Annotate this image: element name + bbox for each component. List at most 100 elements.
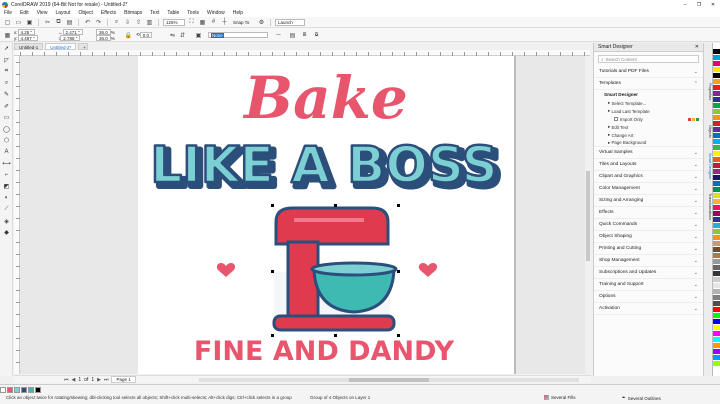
menu-table[interactable]: Table — [163, 10, 183, 16]
swatch-pink[interactable] — [7, 387, 13, 393]
bake-text[interactable]: Bake — [242, 64, 408, 132]
fill-indicator[interactable]: Several Fills — [544, 395, 576, 400]
swatch-none[interactable] — [0, 387, 6, 393]
fine-and-dandy-text[interactable]: FINE AND DANDY — [194, 336, 455, 367]
transparency-tool-icon[interactable]: ◐ — [0, 193, 13, 205]
docker-tab-transformations[interactable]: Transformations — [704, 193, 712, 220]
menu-view[interactable]: View — [33, 10, 52, 16]
crop-tool-icon[interactable]: ⌗ — [0, 66, 13, 78]
swatch-bowl[interactable] — [28, 387, 34, 393]
prev-page-icon[interactable]: ◀ — [72, 377, 76, 383]
section-tutorials[interactable]: Tutorials and PDF Files ⌄ — [594, 66, 703, 78]
menu-layout[interactable]: Layout — [51, 10, 74, 16]
close-panel-icon[interactable]: ✕ — [695, 44, 699, 50]
shape-tool-icon[interactable]: ◸ — [0, 55, 13, 67]
restore-button[interactable]: ❐ — [692, 0, 706, 9]
section-color-management[interactable]: Color Management ⌄ — [594, 183, 703, 195]
outline-indicator[interactable]: ✒ Several Outlines — [622, 395, 661, 401]
outline-style-icon[interactable]: ─ — [274, 31, 283, 39]
undo-icon[interactable]: ↶ — [83, 18, 92, 26]
full-screen-icon[interactable]: ⛶ — [187, 18, 196, 26]
first-page-icon[interactable]: ⏮ — [64, 377, 69, 383]
import-only-checkbox-row[interactable]: Import Only — [594, 115, 703, 123]
page-size-icon[interactable]: ▦ — [3, 31, 12, 39]
redo-icon[interactable]: ↷ — [94, 18, 103, 26]
section-sizing[interactable]: Sizing and Arranging ⌄ — [594, 195, 703, 207]
section-clipart[interactable]: Clipart and Graphics ⌄ — [594, 171, 703, 183]
page-tab[interactable]: Page 1 — [111, 376, 136, 383]
launch-dropdown[interactable]: Launch — [275, 18, 305, 26]
menu-edit[interactable]: Edit — [16, 10, 33, 16]
section-tiles-layouts[interactable]: Tiles and Layouts ⌄ — [594, 159, 703, 171]
import-only-checkbox[interactable] — [614, 117, 618, 121]
docker-tab-objects[interactable]: Objects — [704, 125, 712, 138]
rotation-angle-field[interactable]: ⟲ 0.0 — [136, 32, 153, 38]
gear-icon[interactable]: ⚙ — [257, 18, 266, 26]
swatch-navy[interactable] — [21, 387, 27, 393]
load-last-template-item[interactable]: ▸ Load Last Template — [594, 107, 703, 115]
next-page-icon[interactable]: ▶ — [97, 377, 101, 383]
docker-tab-smart-designer[interactable]: Smart Designer — [704, 153, 712, 179]
menu-text[interactable]: Text — [146, 10, 163, 16]
menu-help[interactable]: Help — [229, 10, 247, 16]
edit-text-item[interactable]: ▸ Edit Text — [594, 123, 703, 131]
section-effects[interactable]: Effects ⌄ — [594, 207, 703, 219]
design-artwork[interactable]: Bake LIKE A BOSS LIKE A BOSS FINE AND DA… — [138, 56, 514, 374]
docker-tab-properties[interactable]: Properties — [704, 83, 712, 100]
section-virtual-samples[interactable]: Virtual Samples ⌄ — [594, 147, 703, 159]
rulers-icon[interactable]: ▦ — [198, 18, 207, 26]
artistic-media-icon[interactable]: ✐ — [0, 101, 13, 113]
publish-pdf-icon[interactable]: ▥ — [145, 18, 154, 26]
tab-untitled-2[interactable]: Untitled-2* — [45, 43, 77, 50]
zoom-tool-icon[interactable]: ⌕ — [0, 78, 13, 90]
group-icon[interactable]: ▣ — [194, 31, 203, 39]
new-document-icon[interactable]: ▢ — [3, 18, 12, 26]
eyedropper-icon[interactable]: ⟋ — [0, 204, 13, 216]
paste-icon[interactable]: ▤ — [65, 18, 74, 26]
section-shop-management[interactable]: Shop Management ⌄ — [594, 255, 703, 267]
search-content-icon[interactable]: ⌕ — [112, 18, 121, 26]
snap-to-dropdown[interactable]: Snap To — [231, 19, 255, 26]
document-palette[interactable] — [0, 387, 42, 393]
minimize-button[interactable]: – — [678, 0, 692, 9]
select-template-item[interactable]: ▸ Select Template... — [594, 99, 703, 107]
stand-mixer-illustration[interactable] — [272, 206, 398, 332]
change-art-item[interactable]: ▸ Change Art — [594, 131, 703, 139]
menu-bitmaps[interactable]: Bitmaps — [120, 10, 146, 16]
parallel-dimension-icon[interactable]: ⟷ — [0, 158, 13, 170]
h-scroll-thumb[interactable] — [348, 377, 429, 382]
menu-tools[interactable]: Tools — [183, 10, 203, 16]
polygon-tool-icon[interactable]: ⬠ — [0, 135, 13, 147]
y-position-field[interactable]: y: 4.497 " — [14, 35, 38, 41]
zoom-level-select[interactable]: 125% — [163, 18, 185, 26]
section-printing-cutting[interactable]: Printing and Cutting ⌄ — [594, 243, 703, 255]
palette-swatch[interactable] — [713, 361, 720, 367]
export-icon[interactable]: ⇧ — [134, 18, 143, 26]
section-activation[interactable]: Activation ⌄ — [594, 303, 703, 315]
menu-file[interactable]: File — [0, 10, 16, 16]
swatch-teal[interactable] — [14, 387, 20, 393]
menu-effects[interactable]: Effects — [97, 10, 120, 16]
height-field[interactable]: ↕ 2.788 " — [58, 35, 81, 41]
outline-width-field[interactable]: None — [208, 32, 268, 38]
tab-untitled-1[interactable]: Untitled-1 — [14, 43, 44, 50]
rectangle-tool-icon[interactable]: ▭ — [0, 112, 13, 124]
save-icon[interactable]: ▣ — [25, 18, 34, 26]
document-page[interactable]: Bake LIKE A BOSS LIKE A BOSS FINE AND DA… — [138, 56, 514, 374]
section-training[interactable]: Training and Support ⌄ — [594, 279, 703, 291]
grid-icon[interactable]: # — [209, 18, 218, 26]
text-tool-icon[interactable]: A — [0, 147, 13, 159]
add-tab-icon[interactable]: + — [78, 43, 89, 50]
vertical-scrollbar[interactable] — [585, 56, 591, 374]
last-page-icon[interactable]: ⏭ — [104, 377, 109, 383]
mirror-horizontal-icon[interactable]: ⇋ — [168, 31, 177, 39]
search-content-field[interactable]: ⌕ Search Content — [598, 55, 699, 63]
scale-height-field[interactable]: 36.0% — [96, 35, 115, 41]
color-palette[interactable] — [712, 43, 720, 376]
close-button[interactable]: ✕ — [706, 0, 720, 9]
wrap-text-icon[interactable]: ▤ — [288, 31, 297, 39]
connector-tool-icon[interactable]: ⌐ — [0, 170, 13, 182]
pick-tool-icon[interactable]: ➚ — [0, 43, 13, 55]
horizontal-scrollbar[interactable] — [198, 377, 579, 382]
to-front-icon[interactable]: ⧈ — [300, 31, 309, 39]
